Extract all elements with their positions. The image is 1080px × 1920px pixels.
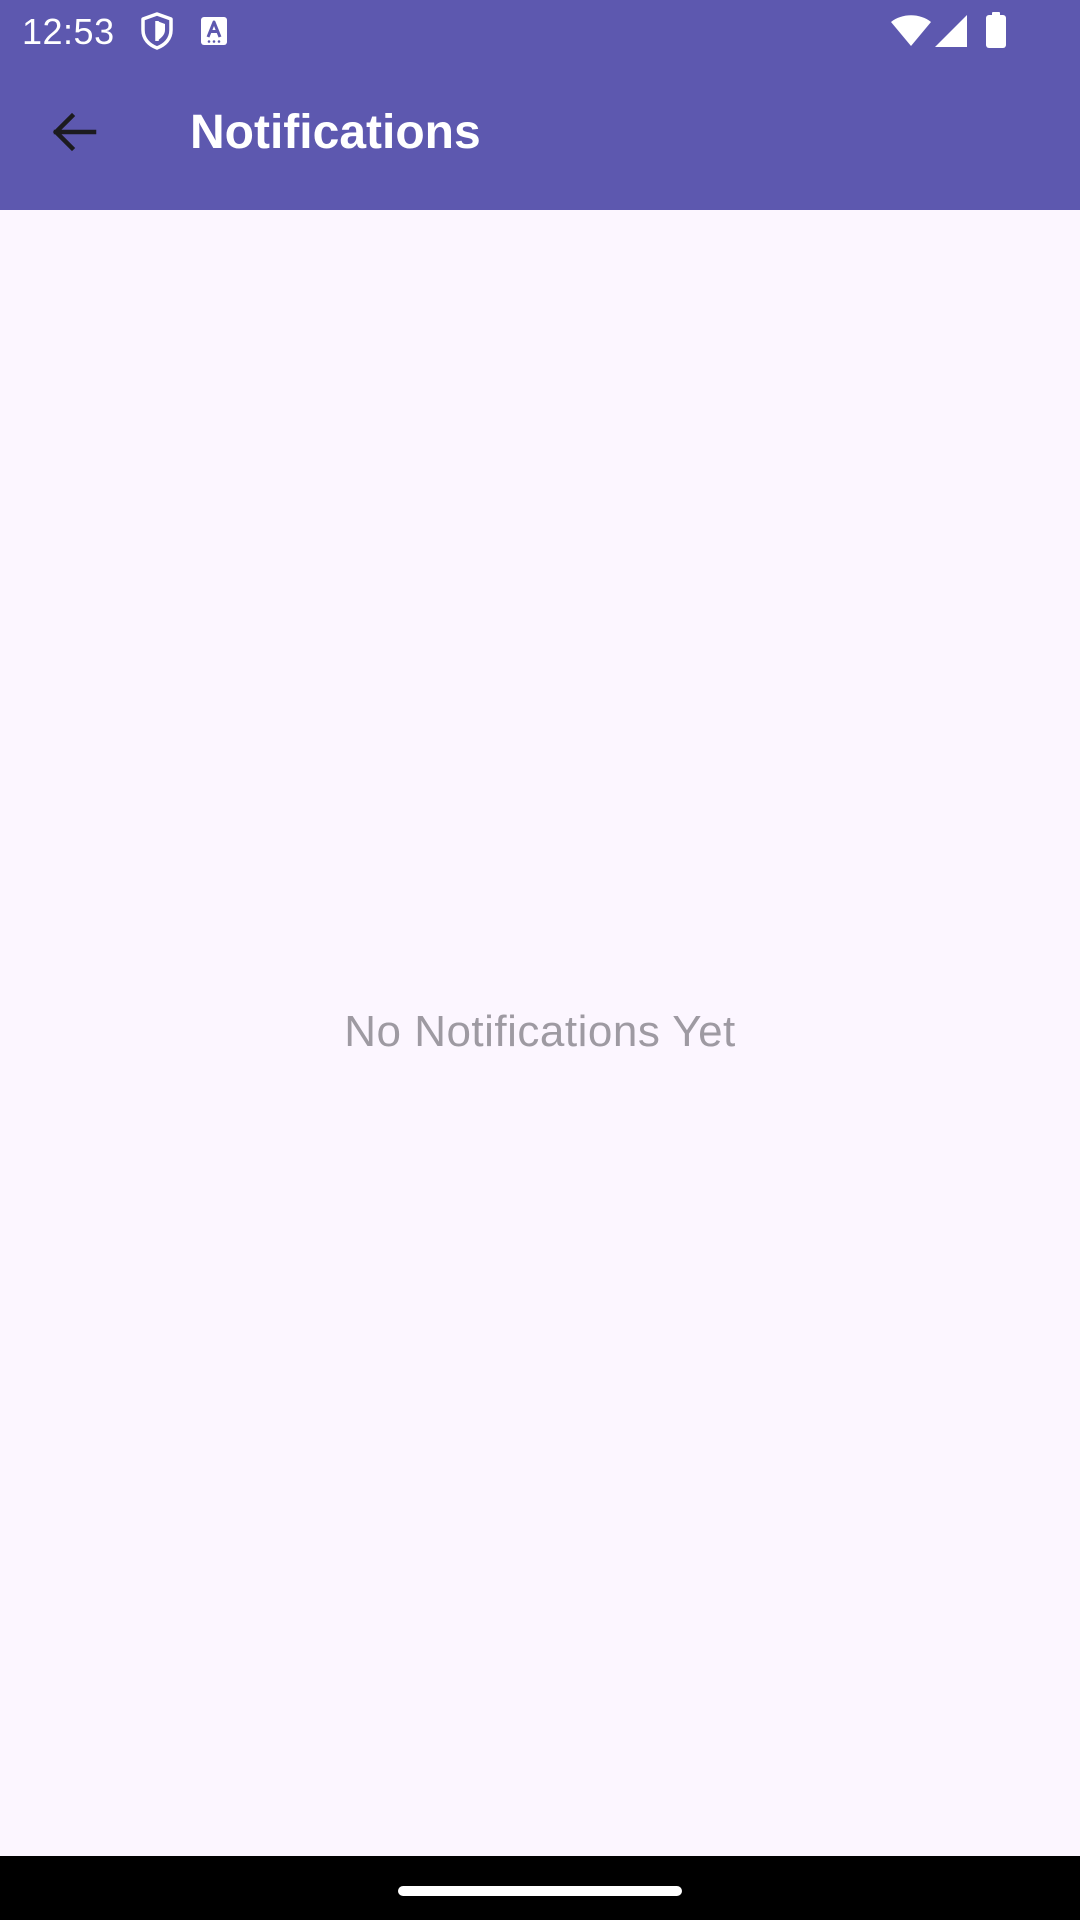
text-a-icon (201, 17, 227, 45)
notifications-list-area: No Notifications Yet (0, 210, 1080, 1856)
navigation-bar (0, 1856, 1080, 1920)
home-indicator[interactable] (398, 1886, 682, 1896)
notifications-screen: 12:53 Notifications No Notifications Yet (0, 0, 1080, 1920)
cellular-signal-icon (935, 15, 967, 47)
empty-state-message: No Notifications Yet (344, 1007, 736, 1056)
status-bar: 12:53 (0, 0, 1080, 64)
arrow-back-icon (52, 112, 97, 152)
page-title: Notifications (190, 106, 481, 159)
wifi-icon (891, 15, 931, 46)
status-time: 12:53 (22, 11, 115, 52)
top-app-bar: Notifications (0, 64, 1080, 210)
back-button[interactable] (26, 84, 122, 180)
shield-icon (141, 12, 173, 50)
battery-icon (986, 12, 1006, 48)
